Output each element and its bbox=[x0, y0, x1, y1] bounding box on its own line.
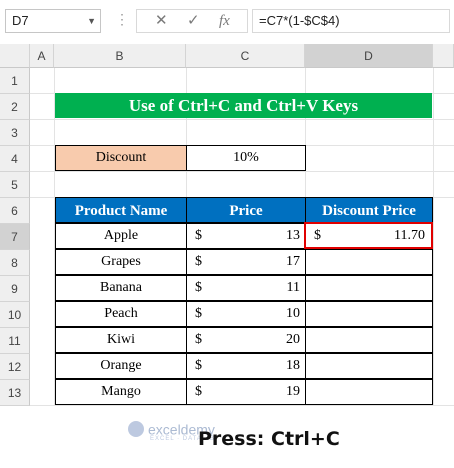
product-name-cell[interactable]: Banana bbox=[55, 275, 187, 301]
product-name-cell[interactable]: Orange bbox=[55, 353, 187, 379]
active-cell-selection[interactable] bbox=[304, 222, 433, 249]
gridline bbox=[30, 171, 454, 172]
name-box[interactable]: D7 ▼ bbox=[5, 9, 101, 33]
row-header-5[interactable]: 5 bbox=[0, 172, 30, 198]
price-value: 17 bbox=[286, 254, 300, 269]
column-header-d[interactable]: D bbox=[305, 44, 433, 68]
row-header-10[interactable]: 10 bbox=[0, 302, 30, 328]
column-header-c[interactable]: C bbox=[186, 44, 305, 68]
currency-symbol: $ bbox=[195, 228, 202, 243]
price-cell[interactable]: $11 bbox=[186, 275, 306, 301]
header-discount-price[interactable]: Discount Price bbox=[305, 197, 433, 223]
currency-symbol: $ bbox=[195, 280, 202, 295]
discount-price-cell[interactable] bbox=[305, 327, 433, 353]
currency-symbol: $ bbox=[195, 358, 202, 373]
discount-price-cell[interactable] bbox=[305, 249, 433, 275]
price-cell[interactable]: $20 bbox=[186, 327, 306, 353]
column-header-a[interactable]: A bbox=[30, 44, 54, 68]
product-name-cell[interactable]: Grapes bbox=[55, 249, 187, 275]
discount-label-cell[interactable]: Discount bbox=[55, 145, 187, 171]
column-header-b[interactable]: B bbox=[54, 44, 186, 68]
product-name-cell[interactable]: Mango bbox=[55, 379, 187, 405]
gridline bbox=[433, 68, 434, 406]
row-header-12[interactable]: 12 bbox=[0, 354, 30, 380]
price-cell[interactable]: $17 bbox=[186, 249, 306, 275]
sheet-title[interactable]: Use of Ctrl+C and Ctrl+V Keys bbox=[55, 93, 432, 118]
enter-icon[interactable]: ✓ bbox=[187, 10, 200, 32]
select-all-corner[interactable] bbox=[0, 44, 30, 68]
product-name-cell[interactable]: Kiwi bbox=[55, 327, 187, 353]
currency-symbol: $ bbox=[195, 332, 202, 347]
chevron-down-icon[interactable]: ▼ bbox=[87, 10, 96, 32]
price-cell[interactable]: $18 bbox=[186, 353, 306, 379]
insert-function-icon[interactable]: fx bbox=[219, 10, 230, 32]
header-price[interactable]: Price bbox=[186, 197, 306, 223]
keyboard-shortcut-caption: Press: Ctrl+C bbox=[198, 428, 340, 450]
price-cell[interactable]: $19 bbox=[186, 379, 306, 405]
discount-value-cell[interactable]: 10% bbox=[186, 145, 306, 171]
gridline bbox=[30, 119, 454, 120]
formula-input[interactable]: =C7*(1-$C$4) bbox=[252, 9, 450, 33]
row-header-6[interactable]: 6 bbox=[0, 198, 30, 224]
price-cell[interactable]: $10 bbox=[186, 301, 306, 327]
price-cell[interactable]: $13 bbox=[186, 223, 306, 249]
row-header-3[interactable]: 3 bbox=[0, 120, 30, 146]
row-header-11[interactable]: 11 bbox=[0, 328, 30, 354]
currency-symbol: $ bbox=[195, 384, 202, 399]
price-value: 18 bbox=[286, 358, 300, 373]
exceldemy-logo-icon bbox=[128, 421, 144, 438]
gridline bbox=[30, 405, 454, 406]
discount-price-cell[interactable] bbox=[305, 275, 433, 301]
product-name-cell[interactable]: Peach bbox=[55, 301, 187, 327]
row-header-13[interactable]: 13 bbox=[0, 380, 30, 406]
price-value: 19 bbox=[286, 384, 300, 399]
row-header-1[interactable]: 1 bbox=[0, 68, 30, 94]
more-options-icon[interactable]: ⋮ bbox=[115, 11, 130, 28]
row-header-7[interactable]: 7 bbox=[0, 224, 30, 250]
row-header-8[interactable]: 8 bbox=[0, 250, 30, 276]
header-product-name[interactable]: Product Name bbox=[55, 197, 187, 223]
currency-symbol: $ bbox=[195, 254, 202, 269]
name-box-value: D7 bbox=[12, 13, 29, 28]
row-header-9[interactable]: 9 bbox=[0, 276, 30, 302]
price-value: 13 bbox=[286, 228, 300, 243]
discount-price-cell[interactable] bbox=[305, 301, 433, 327]
price-value: 20 bbox=[286, 332, 300, 347]
discount-price-cell[interactable] bbox=[305, 379, 433, 405]
formula-buttons: ✕ ✓ fx bbox=[136, 9, 248, 33]
price-value: 10 bbox=[286, 306, 300, 321]
currency-symbol: $ bbox=[195, 306, 202, 321]
row-header-2[interactable]: 2 bbox=[0, 94, 30, 120]
price-value: 11 bbox=[286, 280, 300, 295]
product-name-cell[interactable]: Apple bbox=[55, 223, 187, 249]
discount-price-cell[interactable] bbox=[305, 353, 433, 379]
column-header-e[interactable] bbox=[433, 44, 454, 68]
cancel-icon[interactable]: ✕ bbox=[155, 10, 168, 32]
formula-bar: D7 ▼ ⋮ ✕ ✓ fx =C7*(1-$C$4) bbox=[0, 0, 454, 45]
row-header-4[interactable]: 4 bbox=[0, 146, 30, 172]
